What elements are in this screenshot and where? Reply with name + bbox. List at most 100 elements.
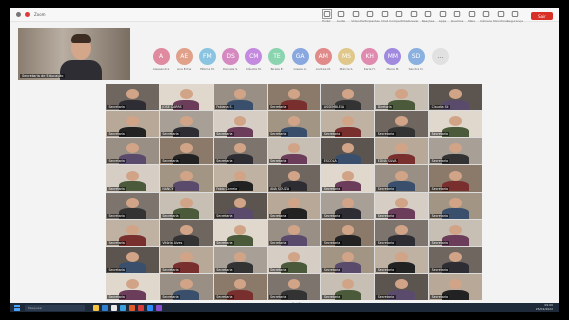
participant-video-tile[interactable]: Secretaria [321, 246, 375, 273]
participant-video-tile[interactable]: Secretaria [267, 246, 321, 273]
participant-video-tile[interactable]: Secretaria [106, 138, 159, 165]
participant-video-tile[interactable]: Vitória Alves [159, 219, 213, 246]
participant-video-tile[interactable]: Secretaria [429, 246, 482, 273]
toolbar-more-button[interactable]: Mais [465, 10, 478, 28]
participant-avatar[interactable]: A Alessandra [150, 48, 172, 71]
participant-video-tile[interactable]: Secretaria [159, 273, 213, 300]
participant-video-tile[interactable]: Diretoria [375, 84, 429, 111]
participant-name: Secretaria [322, 213, 342, 218]
participant-video-tile[interactable]: Secretaria [159, 111, 213, 138]
participant-video-tile[interactable]: Secretaria [375, 111, 429, 138]
participant-video-tile[interactable]: Secretaria [106, 273, 159, 300]
participant-video-tile[interactable]: Secretaria [429, 165, 482, 192]
participant-video-tile[interactable]: Claudia Sil [429, 84, 482, 111]
participant-video-tile[interactable]: Secretaria [213, 246, 267, 273]
toolbar-whiteboard-button[interactable]: Quadros [451, 10, 464, 28]
participant-video-tile[interactable]: Secretaria [375, 165, 429, 192]
participant-name: Secretaria [214, 132, 234, 137]
participant-avatar[interactable]: FM Fátima M. [196, 48, 218, 71]
toolbar-reactions-button[interactable]: Reações [422, 10, 435, 28]
more-participants-icon[interactable]: … [432, 48, 450, 65]
avatar-initials: MM [384, 48, 402, 65]
participant-video-tile[interactable]: Secretaria [375, 273, 429, 300]
participant-video-tile[interactable]: Secretaria [106, 84, 159, 111]
toolbar-mic-button[interactable]: Microfone [493, 10, 508, 28]
participant-video-tile[interactable]: Secretaria [106, 111, 159, 138]
taskbar-app-icon[interactable] [120, 304, 126, 311]
participant-video-tile[interactable]: Secretaria [106, 192, 159, 219]
toolbar-shield-button[interactable]: Segurança [507, 10, 523, 28]
participant-video-tile[interactable]: ANA SOUZA [267, 165, 321, 192]
participant-video-tile[interactable]: Secretaria [213, 111, 267, 138]
participant-avatar[interactable]: MM Maria M. [382, 48, 404, 71]
participant-video-tile[interactable]: Fabio Correia [213, 165, 267, 192]
participant-video-tile[interactable]: Secretaria [321, 219, 375, 246]
participant-avatar[interactable]: TE Tereza E. [266, 48, 288, 71]
participant-video-tile[interactable]: ESCOLA [321, 138, 375, 165]
participant-video-tile[interactable]: Secretaria [267, 138, 321, 165]
taskbar-app-icon[interactable] [147, 304, 153, 311]
participant-avatar[interactable]: GA Gisele A. [289, 48, 311, 71]
participant-video-tile[interactable]: Secretaria [159, 192, 213, 219]
leave-button[interactable]: Sair [531, 12, 553, 20]
participant-video-tile[interactable]: Secretaria [267, 84, 321, 111]
participant-video-tile[interactable]: Secretaria [267, 273, 321, 300]
participant-video-tile[interactable]: Secretaria [321, 192, 375, 219]
participant-video-tile[interactable]: Secretaria [213, 138, 267, 165]
taskbar-app-icon[interactable] [111, 304, 117, 311]
participant-avatar[interactable]: SD Sandra D. [405, 48, 427, 71]
participant-video-tile[interactable]: Secretaria [429, 273, 482, 300]
toolbar-participants-button[interactable]: Participantes [360, 10, 380, 28]
toolbar-mic-button[interactable]: Áudio [335, 10, 348, 28]
taskbar-search[interactable]: Pesquisar [25, 304, 85, 311]
participant-avatar[interactable]: CM Cláudia M. [243, 48, 265, 71]
participant-video-tile[interactable]: Secretaria [321, 111, 375, 138]
taskbar-app-icon[interactable] [156, 304, 162, 311]
participant-video-tile[interactable]: Secretaria [106, 219, 159, 246]
taskbar-app-icon[interactable] [129, 304, 135, 311]
taskbar-app-icon[interactable] [93, 304, 99, 311]
person-head [233, 224, 247, 235]
participant-video-tile[interactable]: Secretaria [159, 246, 213, 273]
participant-video-tile[interactable]: Secretaria [429, 192, 482, 219]
participant-video-tile[interactable]: Secretaria [429, 111, 482, 138]
participant-video-tile[interactable]: Secretaria [429, 138, 482, 165]
participant-avatar[interactable]: KH Karla H. [359, 48, 381, 71]
system-tray[interactable]: 09:00 25/02/2022 [536, 303, 553, 311]
toolbar-apps-button[interactable]: Apps [436, 10, 449, 28]
participant-video-tile[interactable]: Secretaria [375, 192, 429, 219]
participant-video-tile[interactable]: JOSE CARRS [159, 84, 213, 111]
participant-video-tile[interactable]: Secretaria [375, 219, 429, 246]
toolbar-share-button[interactable]: Compartilhar [389, 10, 409, 28]
start-icon[interactable] [14, 304, 20, 311]
participant-video-tile[interactable]: Secretaria [267, 192, 321, 219]
participant-video-tile[interactable]: Secretaria [213, 273, 267, 300]
participant-video-tile[interactable]: ASSEMBLEIA [321, 84, 375, 111]
participant-video-tile[interactable]: Secretaria [106, 246, 159, 273]
participant-video-tile[interactable]: NANCY [159, 165, 213, 192]
participant-video-tile[interactable]: Secretaria [159, 138, 213, 165]
participant-video-tile[interactable]: Secretaria [213, 192, 267, 219]
participant-avatar[interactable]: AE Ana Edna [173, 48, 195, 71]
participant-video-tile[interactable]: Secretaria [429, 219, 482, 246]
toolbar-view-button[interactable]: Exibir [320, 9, 333, 28]
participant-video-tile[interactable]: Secretaria [321, 165, 375, 192]
participant-video-tile[interactable]: Secretaria [106, 165, 159, 192]
participant-video-tile[interactable]: Secretaria [321, 273, 375, 300]
participant-video-tile[interactable]: Fabiana S. [213, 84, 267, 111]
taskbar-app-icon[interactable] [138, 304, 144, 311]
participant-name: Secretaria [214, 213, 234, 218]
participant-video-tile[interactable]: Secretaria [267, 111, 321, 138]
participant-avatar[interactable]: AM Andrea M. [312, 48, 334, 71]
person-head [449, 89, 462, 100]
participant-video-tile[interactable]: EDNA SILVA [375, 138, 429, 165]
participant-avatar[interactable]: MS Márcia S. [336, 48, 358, 71]
participant-video-tile[interactable]: Secretaria [213, 219, 267, 246]
participant-video-tile[interactable]: Secretaria [375, 246, 429, 273]
taskbar-app-icon[interactable] [102, 304, 108, 311]
toolbar-record-button[interactable]: Gravar [407, 10, 420, 28]
toolbar-camera-button[interactable]: Câmera [480, 10, 493, 28]
participant-avatar[interactable]: DS Daniela S. [220, 48, 242, 71]
participant-video-tile[interactable]: Secretaria [267, 219, 321, 246]
self-view-video[interactable]: Secretaria de Educação [18, 28, 130, 80]
